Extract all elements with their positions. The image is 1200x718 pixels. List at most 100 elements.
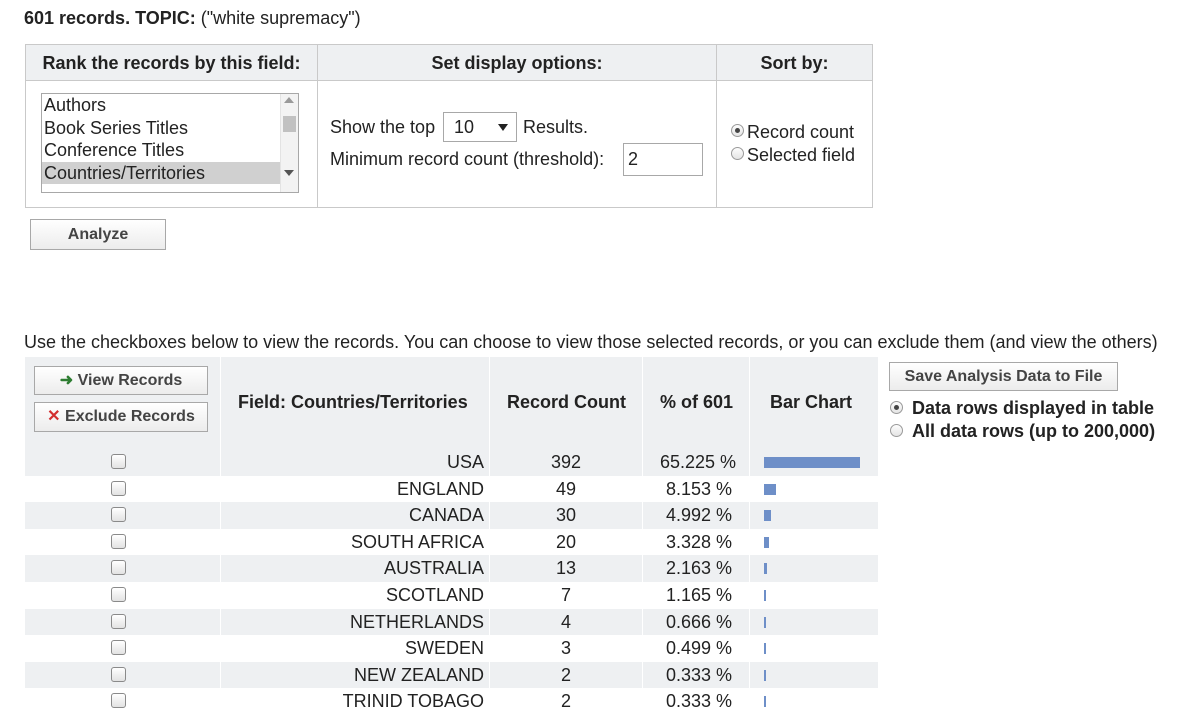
country-name: NEW ZEALAND: [353, 664, 484, 685]
bar-chart-bar: [764, 696, 766, 708]
save-analysis-button[interactable]: Save Analysis Data to File: [889, 362, 1118, 391]
save-all-rows-label: All data rows (up to 200,000): [912, 421, 1156, 441]
bar-chart-bar: [764, 536, 769, 548]
dropdown-caret-icon: [498, 124, 508, 131]
scroll-down-icon[interactable]: [284, 170, 294, 176]
x-icon: ✕: [47, 408, 61, 425]
column-divider: [220, 502, 221, 529]
table-row: SOUTH AFRICA 20 3.328 %: [25, 528, 878, 556]
country-name: AUSTRALIA: [383, 558, 484, 579]
bar-chart-bar: [764, 510, 771, 522]
bar-chart-bar: [764, 669, 766, 681]
column-divider: [749, 555, 750, 582]
country-name: CANADA: [408, 505, 484, 526]
column-divider: [749, 661, 750, 689]
field-option-selected[interactable]: Countries/Territories: [42, 161, 280, 184]
bar-chart-bar: [764, 457, 860, 468]
column-divider: [220, 581, 221, 609]
sort-selected-field-radio[interactable]: [731, 147, 744, 160]
column-header-percent: % of 601: [660, 392, 734, 412]
column-divider: [642, 608, 643, 636]
column-divider: [749, 608, 750, 636]
column-divider: [220, 608, 221, 636]
column-divider: [220, 555, 221, 582]
column-divider: [220, 449, 221, 476]
column-divider: [220, 661, 221, 689]
column-divider: [489, 555, 490, 582]
display-options-column: Set display options: Show the top 10 Res…: [318, 45, 717, 207]
column-divider: [642, 688, 643, 715]
country-name: TRINID TOBAGO: [342, 691, 484, 712]
rank-field-header: Rank the records by this field:: [26, 45, 317, 81]
row-checkbox[interactable]: [111, 613, 126, 629]
column-divider: [749, 449, 750, 476]
column-divider: [489, 581, 490, 609]
view-records-button[interactable]: ➜ View Records: [34, 366, 208, 395]
save-displayed-rows-label: Data rows displayed in table: [912, 398, 1155, 418]
analyze-button[interactable]: Analyze: [30, 219, 166, 250]
column-header-field: Field: Countries/Territories: [238, 392, 468, 412]
table-row: CANADA 30 4.992 %: [25, 502, 878, 529]
percent-value: 3.328 %: [666, 531, 733, 552]
row-checkbox[interactable]: [111, 693, 126, 709]
show-top-value: 10: [454, 117, 475, 137]
column-divider: [749, 528, 750, 556]
sort-record-count-label: Record count: [747, 122, 855, 142]
sort-column: Sort by: Record count Selected field: [717, 45, 872, 207]
record-count: 13: [556, 558, 577, 579]
field-option[interactable]: Book Series Titles: [42, 117, 298, 140]
table-row: SCOTLAND 7 1.165 %: [25, 581, 878, 609]
row-checkbox[interactable]: [111, 640, 126, 656]
column-divider: [220, 688, 221, 715]
row-checkbox[interactable]: [111, 507, 126, 523]
min-count-input[interactable]: 2: [623, 143, 703, 176]
exclude-records-label: Exclude Records: [65, 408, 195, 425]
row-checkbox[interactable]: [111, 560, 126, 576]
sort-record-count-radio[interactable]: [731, 124, 744, 137]
field-option[interactable]: Conference Titles: [42, 139, 298, 162]
results-label: Results.: [523, 117, 589, 137]
row-checkbox[interactable]: [111, 666, 126, 682]
column-divider: [749, 475, 750, 503]
scroll-up-icon[interactable]: [284, 97, 294, 103]
scroll-thumb[interactable]: [283, 116, 296, 132]
listbox-scrollbar[interactable]: [280, 94, 298, 192]
show-top-select[interactable]: 10: [443, 112, 517, 142]
percent-value: 65.225 %: [660, 452, 737, 472]
bar-chart-bar: [764, 589, 766, 601]
column-divider: [642, 635, 643, 662]
save-analysis-panel: Save Analysis Data to File Data rows dis…: [880, 357, 1180, 449]
row-checkbox[interactable]: [111, 454, 126, 469]
row-checkbox[interactable]: [111, 586, 126, 602]
save-displayed-rows-radio[interactable]: [890, 401, 903, 414]
sort-selected-field-label: Selected field: [747, 145, 856, 165]
column-divider: [642, 449, 643, 476]
record-count: 30: [556, 505, 577, 526]
rank-field-listbox[interactable]: Authors Book Series Titles Conference Ti…: [41, 93, 299, 193]
row-checkbox[interactable]: [111, 480, 126, 496]
bar-chart-bar: [764, 563, 767, 575]
table-row: TRINID TOBAGO 2 0.333 %: [25, 688, 878, 715]
exclude-records-button[interactable]: ✕ Exclude Records: [34, 402, 208, 432]
record-count: 7: [561, 584, 572, 605]
row-checkbox[interactable]: [111, 533, 126, 549]
column-divider: [642, 555, 643, 582]
percent-value: 8.153 %: [666, 478, 733, 499]
table-row: AUSTRALIA 13 2.163 %: [25, 555, 878, 582]
column-header-record-count: Record Count: [507, 392, 626, 412]
column-divider: [489, 449, 490, 476]
record-count: 2: [561, 664, 572, 685]
save-all-rows-radio[interactable]: [890, 424, 903, 437]
column-divider: [749, 635, 750, 662]
field-option[interactable]: Authors: [42, 94, 298, 117]
column-divider: [642, 661, 643, 689]
record-count: 49: [556, 478, 577, 499]
column-header-bar-chart: Bar Chart: [770, 392, 853, 412]
column-divider: [220, 528, 221, 556]
right-arrow-icon: ➜: [59, 372, 74, 389]
rank-field-column: Rank the records by this field: Authors …: [26, 45, 318, 207]
record-count: 3: [561, 638, 572, 659]
bar-chart-bar: [764, 643, 766, 655]
bar-chart-bar: [764, 616, 766, 628]
column-divider: [489, 688, 490, 715]
